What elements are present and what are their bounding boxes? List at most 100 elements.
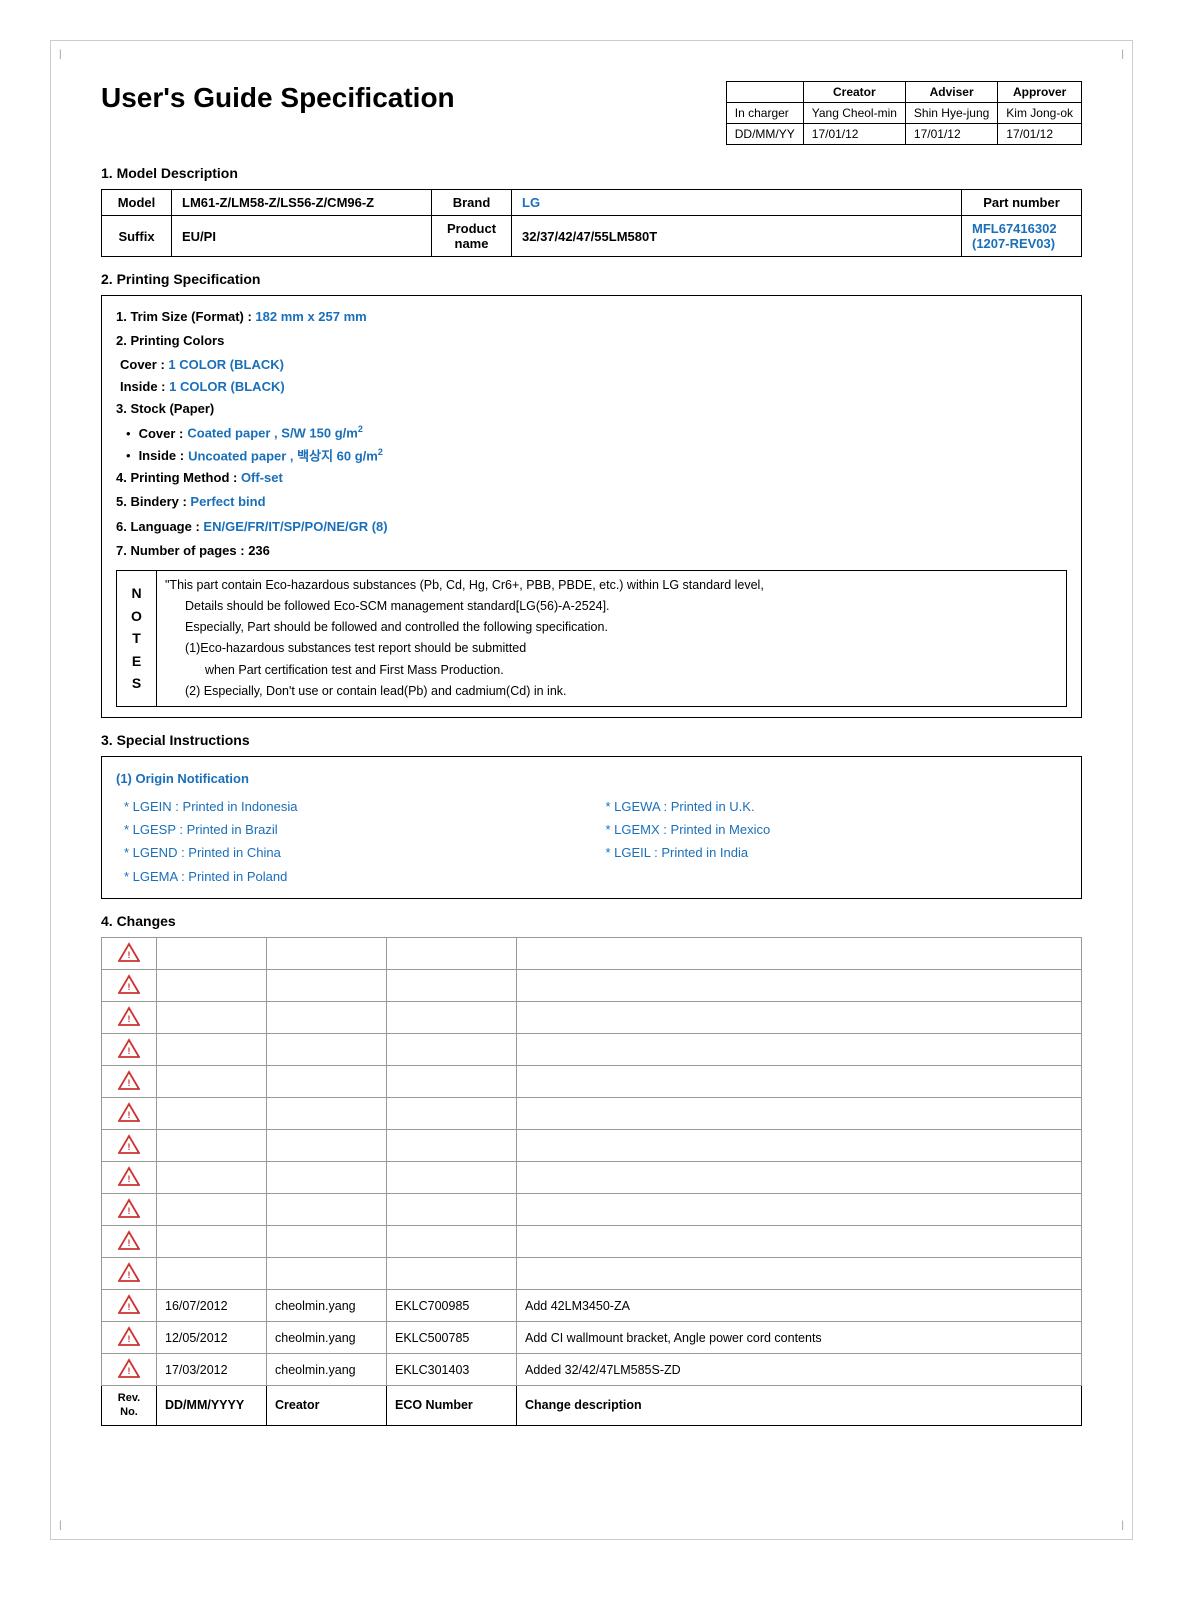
page-title: User's Guide Specification [101, 81, 706, 115]
creator-cell [267, 1034, 387, 1066]
eco-cell [387, 1002, 517, 1034]
date-cell [157, 1258, 267, 1290]
desc-cell [517, 1162, 1082, 1194]
section1-heading: 1. Model Description [101, 165, 1082, 181]
eco-cell [387, 1034, 517, 1066]
svg-text:!: ! [128, 1014, 131, 1024]
adviser-date: 17/01/12 [905, 124, 997, 145]
date-cell [157, 938, 267, 970]
bindery-row: 5. Bindery : Perfect bind [116, 491, 1067, 513]
svg-text:!: ! [128, 1046, 131, 1056]
stock-inside-label: Inside : [139, 445, 185, 467]
table-row: ! [102, 1258, 1082, 1290]
origin-lgeil: * LGEIL : Printed in India [606, 841, 1068, 864]
creator-cell [267, 1258, 387, 1290]
rev-cell: ! [102, 1098, 157, 1130]
notes-table: NOTES "This part contain Eco-hazardous s… [116, 570, 1067, 708]
cover-value: 1 COLOR (BLACK) [168, 357, 284, 372]
pages-value: 236 [248, 543, 270, 558]
table-row: ! [102, 1226, 1082, 1258]
desc-cell [517, 1194, 1082, 1226]
date-cell: 12/05/2012 [157, 1322, 267, 1354]
colors-row: 2. Printing Colors [116, 330, 1067, 352]
method-value: Off-set [241, 470, 283, 485]
desc-cell [517, 970, 1082, 1002]
creator-cell [267, 1194, 387, 1226]
rev-header: Rev.No. [102, 1386, 157, 1426]
desc-cell [517, 1034, 1082, 1066]
warning-icon: ! [118, 1006, 140, 1026]
rev-cell: ! [102, 1194, 157, 1226]
approver-header: Approver [998, 82, 1082, 103]
suffix-value: EU/PI [172, 216, 432, 257]
product-value: 32/37/42/47/55LM580T [512, 216, 962, 257]
desc-cell: Add CI wallmount bracket, Angle power co… [517, 1322, 1082, 1354]
adviser-value: Shin Hye-jung [905, 103, 997, 124]
desc-cell [517, 1226, 1082, 1258]
date-cell: 16/07/2012 [157, 1290, 267, 1322]
creator-cell [267, 1162, 387, 1194]
trim-size-label: 1. Trim Size (Format) : [116, 309, 255, 324]
rev-cell: ! [102, 1130, 157, 1162]
creator-value: Yang Cheol-min [803, 103, 905, 124]
date-cell [157, 1162, 267, 1194]
trim-size-row: 1. Trim Size (Format) : 182 mm x 257 mm [116, 306, 1067, 328]
rev-cell: ! [102, 938, 157, 970]
bindery-label: 5. Bindery : [116, 494, 190, 509]
corner-br: | [1121, 1520, 1124, 1531]
incharge-label: In charger [726, 103, 803, 124]
model-value: LM61-Z/LM58-Z/LS56-Z/CM96-Z [172, 190, 432, 216]
desc-header: Change description [517, 1386, 1082, 1426]
origin-lgemx: * LGEMX : Printed in Mexico [606, 818, 1068, 841]
date-cell [157, 1098, 267, 1130]
title-block: User's Guide Specification [101, 81, 706, 115]
svg-text:!: ! [128, 1270, 131, 1280]
svg-text:!: ! [128, 1238, 131, 1248]
eco-cell [387, 1226, 517, 1258]
note-line-6: (2) Especially, Don't use or contain lea… [185, 681, 1058, 702]
stock-cover-value: Coated paper , S/W 150 g/m2 [187, 422, 363, 444]
page-header: User's Guide Specification Creator Advis… [101, 81, 1082, 145]
warning-icon: ! [118, 1166, 140, 1186]
rev-cell: ! [102, 970, 157, 1002]
origin-lgewa: * LGEWA : Printed in U.K. [606, 795, 1068, 818]
special-box: (1) Origin Notification * LGEIN : Printe… [101, 756, 1082, 899]
creator-cell: cheolmin.yang [267, 1354, 387, 1386]
date-cell [157, 1066, 267, 1098]
brand-label: Brand [432, 190, 512, 216]
desc-cell [517, 1002, 1082, 1034]
origin-heading: (1) Origin Notification [116, 767, 1067, 790]
eco-cell: EKLC700985 [387, 1290, 517, 1322]
part-label: Part number [962, 190, 1082, 216]
desc-cell [517, 1258, 1082, 1290]
warning-icon: ! [118, 1358, 140, 1378]
section4-heading: 4. Changes [101, 913, 1082, 929]
corner-tl: | [59, 49, 62, 60]
notes-label: NOTES [117, 570, 157, 707]
creator-cell [267, 970, 387, 1002]
eco-cell [387, 1130, 517, 1162]
cover-label: Cover : [120, 357, 168, 372]
warning-icon: ! [118, 1102, 140, 1122]
rev-cell: ! [102, 1226, 157, 1258]
creator-cell [267, 1130, 387, 1162]
eco-cell [387, 1258, 517, 1290]
creator-cell: cheolmin.yang [267, 1322, 387, 1354]
stock-label: 3. Stock (Paper) [116, 398, 1067, 420]
trim-size-value: 182 mm x 257 mm [255, 309, 366, 324]
note-line-3: Especially, Part should be followed and … [185, 617, 1058, 638]
pages-row: 7. Number of pages : 236 [116, 540, 1067, 562]
date-cell [157, 1194, 267, 1226]
language-row: 6. Language : EN/GE/FR/IT/SP/PO/NE/GR (8… [116, 516, 1067, 538]
origin-grid: * LGEIN : Printed in Indonesia * LGEWA :… [124, 795, 1067, 889]
part-value: MFL67416302 (1207-REV03) [962, 216, 1082, 257]
desc-cell: Add 42LM3450-ZA [517, 1290, 1082, 1322]
ddmmyy-label: DD/MM/YY [726, 124, 803, 145]
table-row: ! [102, 1034, 1082, 1066]
language-value: EN/GE/FR/IT/SP/PO/NE/GR (8) [203, 519, 387, 534]
stock-inside: Inside : Uncoated paper , 백상지 60 g/m2 [126, 445, 1067, 467]
eco-cell [387, 1194, 517, 1226]
warning-icon: ! [118, 1070, 140, 1090]
table-row: ! 17/03/2012 cheolmin.yang EKLC301403 Ad… [102, 1354, 1082, 1386]
table-row: ! [102, 1130, 1082, 1162]
